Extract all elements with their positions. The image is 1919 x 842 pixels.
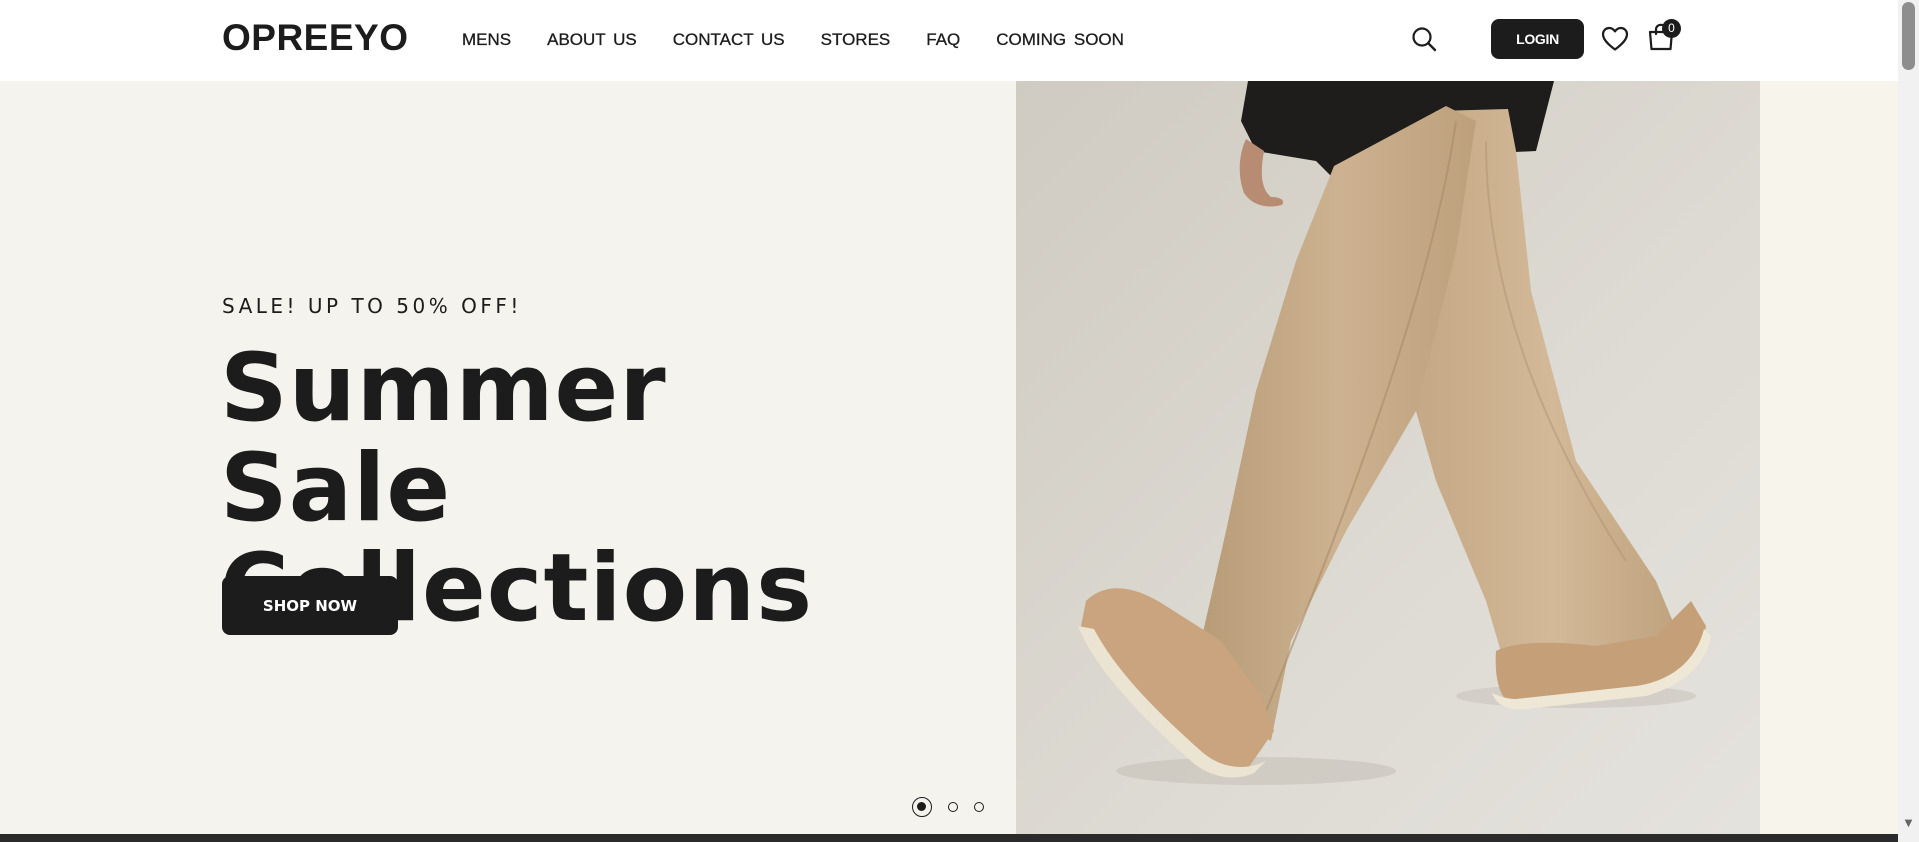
nav-item-coming-soon[interactable]: COMING SOON (996, 26, 1124, 54)
slider-dot-1[interactable] (912, 797, 932, 817)
hero-banner: SALE! UP TO 50% OFF! Summer Sale Collect… (0, 81, 1898, 834)
main-nav: MENS ABOUT US CONTACT US STORES FAQ COMI… (462, 26, 1160, 54)
site-logo[interactable]: OPREEYO (222, 14, 409, 62)
hero-eyebrow: SALE! UP TO 50% OFF! (222, 294, 522, 318)
shop-now-button[interactable]: SHOP NOW (222, 576, 398, 635)
vertical-scrollbar[interactable]: ▼ (1898, 0, 1919, 842)
scroll-down-arrow-icon[interactable]: ▼ (1902, 818, 1915, 830)
slider-dot-2[interactable] (948, 802, 958, 812)
hero-background-strip (1760, 81, 1898, 834)
hero-image (1016, 81, 1760, 834)
nav-item-contact-us[interactable]: CONTACT US (673, 26, 785, 54)
slider-dots (912, 797, 984, 817)
nav-item-faq[interactable]: FAQ (926, 26, 960, 54)
site-header: OPREEYO MENS ABOUT US CONTACT US STORES … (0, 0, 1898, 81)
window-bottom-bar (0, 834, 1898, 842)
hero-photo-illustration (1016, 81, 1760, 834)
page-viewport: OPREEYO MENS ABOUT US CONTACT US STORES … (0, 0, 1898, 834)
nav-item-stores[interactable]: STORES (821, 26, 891, 54)
scrollbar-thumb[interactable] (1902, 2, 1915, 70)
search-icon (1412, 27, 1437, 52)
hero-headline-line-1: Summer Sale (220, 334, 667, 543)
heart-icon (1601, 26, 1629, 51)
nav-item-mens[interactable]: MENS (462, 26, 511, 54)
nav-item-about-us[interactable]: ABOUT US (547, 26, 637, 54)
slider-dot-3[interactable] (974, 802, 984, 812)
search-button[interactable] (1410, 25, 1438, 53)
login-button[interactable]: LOGIN (1491, 19, 1584, 59)
wishlist-button[interactable] (1601, 26, 1629, 52)
cart-count-badge: 0 (1662, 19, 1681, 38)
